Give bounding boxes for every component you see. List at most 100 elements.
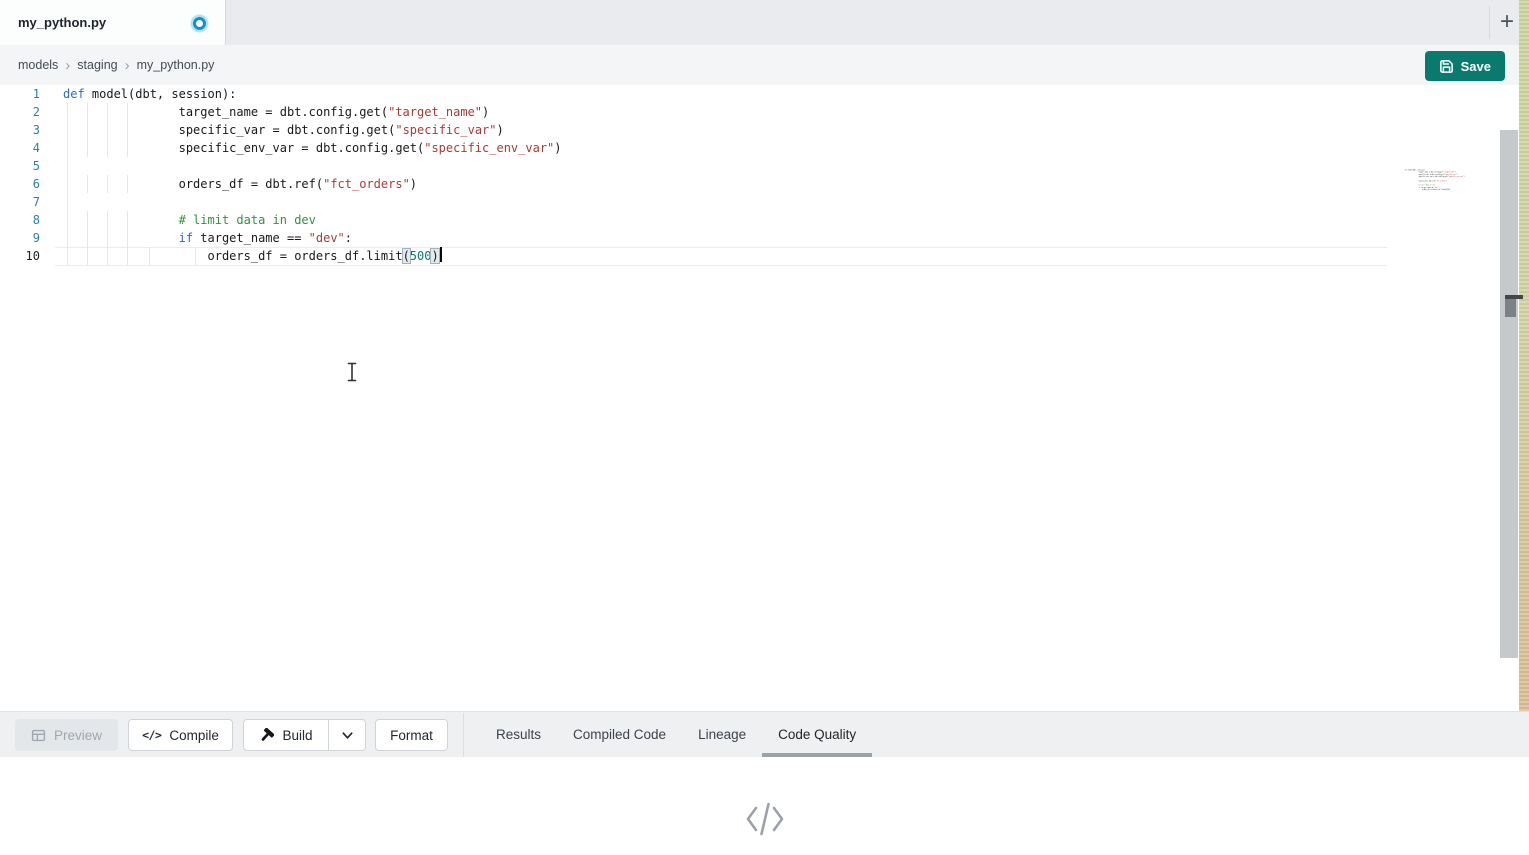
- line-number: 10: [0, 247, 40, 265]
- indent-guide: [127, 103, 128, 121]
- code-line-10[interactable]: 10 orders_df = orders_df.limit(500): [0, 247, 1529, 265]
- chevron-separator-icon: ›: [125, 58, 130, 73]
- code-line-9[interactable]: 9 if target_name == "dev":: [0, 229, 1529, 247]
- minimap-content: def model(dbt, session): target_name = d…: [1402, 169, 1468, 191]
- minimap[interactable]: def model(dbt, session): target_name = d…: [1402, 169, 1468, 199]
- new-tab-button[interactable]: +: [1492, 5, 1522, 39]
- tab-compiled-code[interactable]: Compiled Code: [557, 712, 682, 758]
- code-text: def model(dbt, session):: [63, 85, 236, 103]
- panel-tabs: ResultsCompiled CodeLineageCode Quality: [480, 712, 872, 758]
- indent-guide: [107, 121, 108, 139]
- preview-button[interactable]: Preview: [15, 719, 118, 751]
- text-caret: [440, 247, 442, 262]
- indent-guide: [87, 229, 88, 247]
- format-label: Format: [390, 728, 433, 743]
- chevron-separator-icon: ›: [65, 58, 70, 73]
- indent-guide: [67, 211, 68, 229]
- code-line-1[interactable]: 1 def model(dbt, session):: [0, 85, 1529, 103]
- indent-guide: [149, 247, 150, 265]
- indent-guide: [107, 211, 108, 229]
- unsaved-indicator-dot: [193, 17, 206, 30]
- hammer-icon: [259, 728, 274, 743]
- build-options-button[interactable]: [328, 720, 365, 750]
- indent-guide: [107, 103, 108, 121]
- code-text: target_name = dbt.config.get("target_nam…: [63, 103, 489, 121]
- chevron-down-icon: [341, 729, 354, 742]
- compile-button[interactable]: </> Compile: [128, 719, 233, 751]
- file-tab-bar: my_python.py +: [0, 0, 1529, 45]
- save-button-label: Save: [1461, 59, 1491, 74]
- line-number: 1: [0, 85, 40, 103]
- line-number: 3: [0, 121, 40, 139]
- window-edge-strip: [1519, 0, 1529, 711]
- breadcrumb: models › staging › my_python.py: [18, 45, 214, 85]
- bottom-toolbar: Preview </> Compile Build: [0, 711, 1529, 758]
- indent-guide: [107, 139, 108, 157]
- code-text: # limit data in dev: [63, 211, 316, 229]
- code-brackets-icon: </>: [142, 728, 161, 742]
- indent-guide: [67, 175, 68, 193]
- code-line-2[interactable]: 2 target_name = dbt.config.get("target_n…: [0, 103, 1529, 121]
- code-line-6[interactable]: 6 orders_df = dbt.ref("fct_orders"): [0, 175, 1529, 193]
- indent-guide: [67, 121, 68, 139]
- code-line-3[interactable]: 3 specific_var = dbt.config.get("specifi…: [0, 121, 1529, 139]
- code-line-10: orders_df = orders_df.limit(500): [1402, 188, 1468, 190]
- indent-guide: [67, 103, 68, 121]
- indent-guide: [127, 121, 128, 139]
- indent-guide: [67, 157, 68, 175]
- indent-guide: [87, 103, 88, 121]
- line-number: 2: [0, 103, 40, 121]
- indent-guide: [127, 211, 128, 229]
- indent-guide: [87, 211, 88, 229]
- indent-guide: [87, 247, 88, 265]
- line-number: 7: [0, 193, 40, 211]
- code-text: orders_df = orders_df.limit(500): [63, 247, 442, 265]
- code-lines: 1def model(dbt, session):2 target_name =…: [0, 85, 1529, 265]
- code-line-4[interactable]: 4 specific_env_var = dbt.config.get("spe…: [0, 139, 1529, 157]
- editor-scrollbar[interactable]: [1500, 130, 1518, 658]
- code-line-5[interactable]: 5: [0, 157, 1529, 175]
- tab-my-python-py[interactable]: my_python.py: [0, 0, 226, 45]
- compile-label: Compile: [169, 728, 219, 743]
- scrollbar-thumb[interactable]: [1505, 299, 1516, 317]
- indent-guide: [127, 229, 128, 247]
- indent-guide: [107, 175, 108, 193]
- code-line-8[interactable]: 8 # limit data in dev: [0, 211, 1529, 229]
- format-button[interactable]: Format: [375, 719, 448, 751]
- tab-code-quality[interactable]: Code Quality: [762, 712, 872, 758]
- line-number: 9: [0, 229, 40, 247]
- code-editor[interactable]: 1def model(dbt, session):2 target_name =…: [0, 85, 1529, 710]
- indent-guide: [195, 247, 196, 265]
- indent-guide: [67, 193, 68, 211]
- breadcrumb-item-models[interactable]: models: [18, 58, 58, 72]
- floppy-disk-icon: [1439, 59, 1454, 74]
- indent-guide: [67, 247, 68, 265]
- table-grid-icon: [31, 728, 46, 743]
- indent-guide: [127, 139, 128, 157]
- save-button[interactable]: Save: [1425, 51, 1505, 81]
- indent-guide: [107, 247, 108, 265]
- tab-results[interactable]: Results: [480, 712, 557, 758]
- breadcrumb-item-my-python-py[interactable]: my_python.py: [137, 58, 215, 72]
- tab-bar-divider: [1489, 6, 1490, 39]
- results-panel: [0, 757, 1529, 855]
- dbt-ide-window: my_python.py + models › staging › my_python.…: [0, 0, 1529, 855]
- indent-guide: [87, 139, 88, 157]
- build-button[interactable]: Build: [244, 720, 328, 750]
- code-text: orders_df = orders_df.limit(500): [1405, 188, 1450, 190]
- code-line-7[interactable]: 7: [0, 193, 1529, 211]
- indent-guide: [67, 229, 68, 247]
- breadcrumb-item-staging[interactable]: staging: [77, 58, 117, 72]
- indent-guide: [107, 229, 108, 247]
- code-text: specific_var = dbt.config.get("specific_…: [63, 121, 504, 139]
- line-number: 8: [0, 211, 40, 229]
- breadcrumb-bar: models › staging › my_python.py: [0, 45, 1529, 86]
- indent-guide: [87, 121, 88, 139]
- tab-lineage[interactable]: Lineage: [682, 712, 762, 758]
- line-number: 4: [0, 139, 40, 157]
- code-text: specific_env_var = dbt.config.get("speci…: [63, 139, 562, 157]
- code-text: if target_name == "dev":: [63, 229, 352, 247]
- code-text: orders_df = dbt.ref("fct_orders"): [63, 175, 417, 193]
- indent-guide: [127, 247, 128, 265]
- toolbar-divider: [463, 713, 464, 757]
